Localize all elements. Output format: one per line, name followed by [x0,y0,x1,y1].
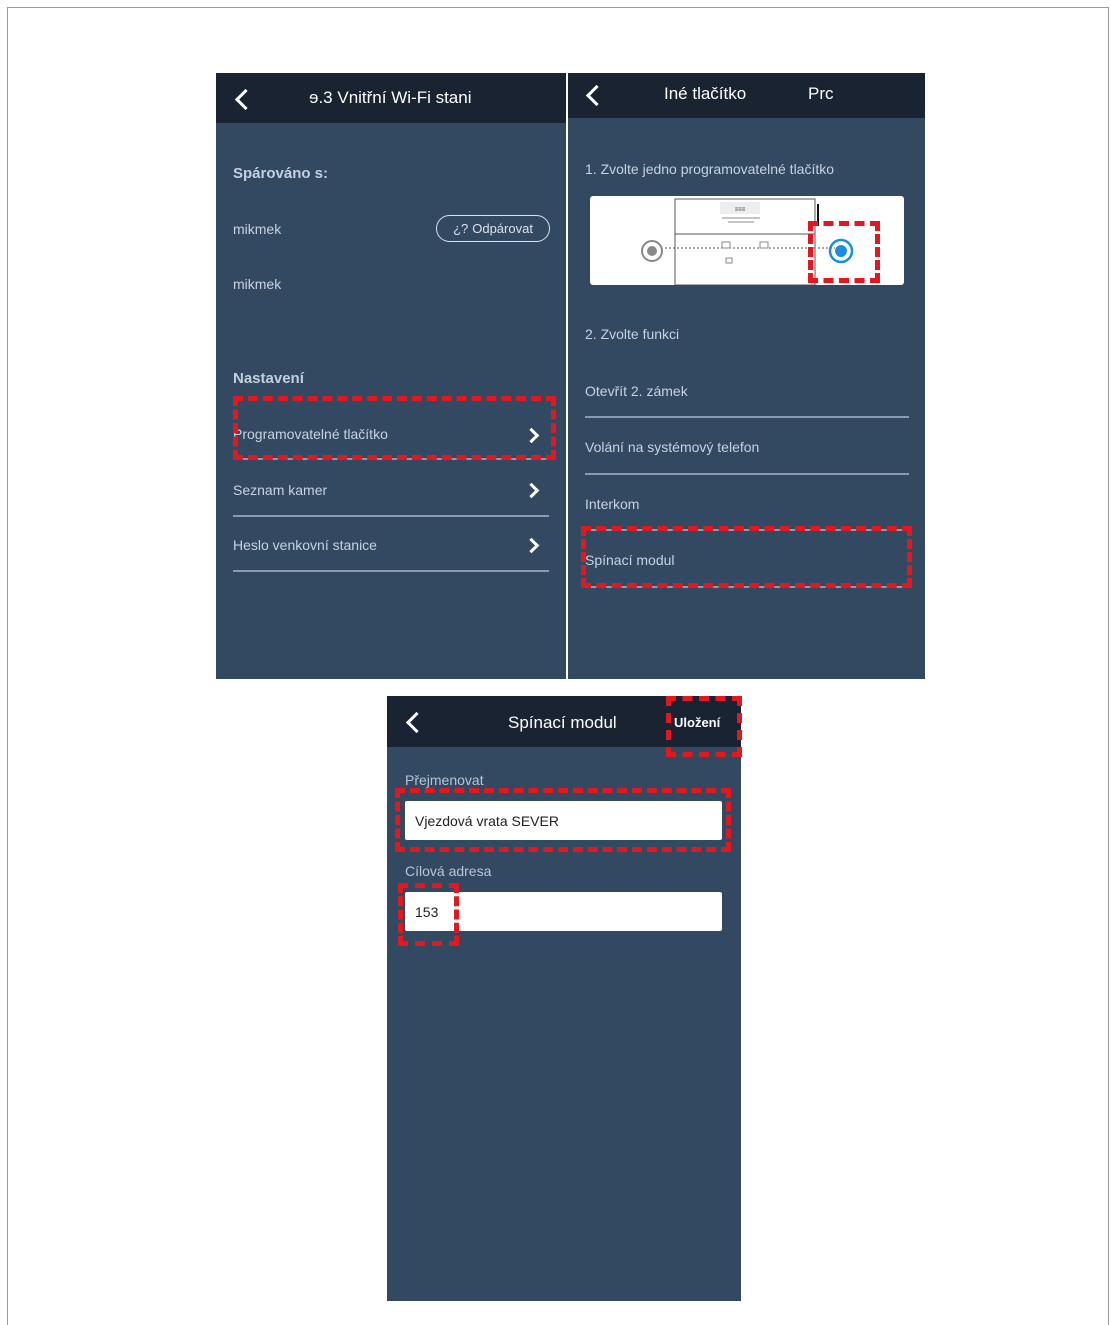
settings-heading: Nastavení [233,370,304,387]
rename-value: Vjezdová vrata SEVER [415,812,559,829]
step-1-label: 1. Zvolte jedno programovatelné tlačítko [585,161,835,177]
divider [585,529,909,531]
paired-heading: Spárováno s: [233,165,329,182]
back-chevron-icon[interactable] [585,84,608,107]
radio-icon[interactable] [641,240,663,262]
screen-title: Spínací modul [508,713,617,732]
settings-item-label: Heslo venkovní stanice [233,537,377,553]
paired-device-2: mikmek [233,276,282,292]
intercom-panel-svg: ≡≡≡ [641,198,854,285]
function-label: Otevřít 2. zámek [585,383,688,399]
radio-icon-selected[interactable] [828,238,854,264]
screen-switch-module: Spínací modul Uložení Přejmenovat Vjezdo… [387,696,741,1301]
divider [233,458,549,460]
divider [585,586,909,588]
chevron-right-icon [523,482,540,499]
screen-wifi-station: ɘ.3 Vnitřní Wi-Fi stani Spárováno s: mik… [216,73,566,679]
address-label: Cílová adresa [405,863,492,879]
settings-item-label: Seznam kamer [233,482,328,498]
svg-text:≡≡≡: ≡≡≡ [735,207,746,213]
screen-other-button: Iné tlačítko Prc 1. Zvolte jedno program… [568,73,925,679]
divider [585,416,909,418]
screen-title: ɘ.3 Vnitřní Wi-Fi stani [309,88,472,107]
divider [585,473,909,475]
chevron-right-icon [523,537,540,554]
unlink-icon: ¿? [453,221,469,236]
title-bar: Iné tlačítko Prc [568,73,925,118]
device-panel-image: ≡≡≡ [590,196,904,285]
settings-item-label: Programovatelné tlačítko [233,426,388,442]
screen-title-extra: Prc [808,84,834,103]
paired-device-1: mikmek [233,221,282,237]
rename-label: Přejmenovat [405,772,484,788]
divider [233,570,549,572]
back-chevron-icon[interactable] [405,711,428,734]
divider [233,515,549,517]
address-input[interactable]: 153 [405,892,722,931]
function-label: Volání na systémový telefon [585,439,760,455]
chevron-right-icon [523,427,540,444]
address-value: 153 [415,903,439,920]
screen-title: Iné tlačítko [664,84,747,103]
rename-input[interactable]: Vjezdová vrata SEVER [405,801,722,840]
unpair-button[interactable]: ¿? Odpárovat [436,215,550,242]
step-2-label: 2. Zvolte funkci [585,326,680,342]
unpair-label: Odpárovat [472,221,533,236]
title-bar: ɘ.3 Vnitřní Wi-Fi stani [216,73,566,123]
back-chevron-icon[interactable] [234,88,257,111]
function-label: Interkom [585,496,640,512]
save-button[interactable]: Uložení [674,715,720,730]
title-bar: Spínací modul Uložení [387,696,741,747]
function-label: Spínací modul [585,552,675,568]
